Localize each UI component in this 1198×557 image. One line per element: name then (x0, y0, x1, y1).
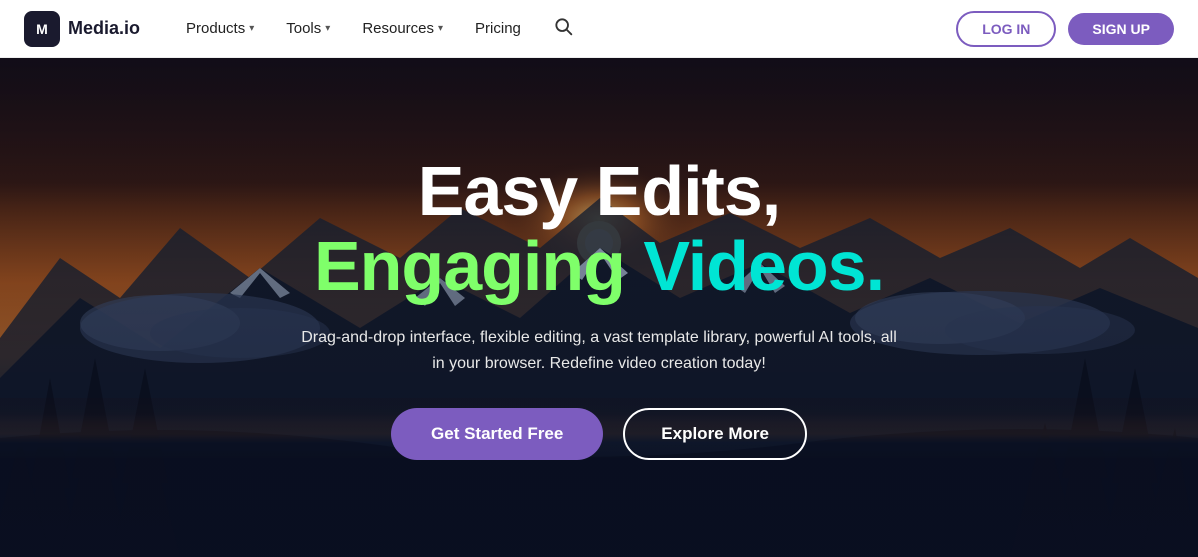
explore-more-button[interactable]: Explore More (623, 408, 807, 460)
logo-icon: M (24, 11, 60, 47)
logo-link[interactable]: M Media.io (24, 11, 140, 47)
nav-item-products[interactable]: Products ▾ (172, 12, 268, 45)
nav-item-resources[interactable]: Resources ▾ (348, 12, 457, 45)
nav-item-tools[interactable]: Tools ▾ (272, 12, 344, 45)
hero-subtitle: Drag-and-drop interface, flexible editin… (299, 325, 899, 376)
logo-text: Media.io (68, 18, 140, 39)
hero-content: Easy Edits, Engaging Videos. Drag-and-dr… (279, 155, 919, 461)
navbar-actions: LOG IN SIGN UP (956, 11, 1174, 47)
get-started-button[interactable]: Get Started Free (391, 408, 603, 460)
hero-title-line1: Easy Edits, (299, 155, 899, 229)
search-icon (553, 16, 573, 36)
login-button[interactable]: LOG IN (956, 11, 1056, 47)
signup-button[interactable]: SIGN UP (1068, 13, 1174, 45)
search-button[interactable] (539, 8, 587, 49)
hero-section: Easy Edits, Engaging Videos. Drag-and-dr… (0, 58, 1198, 557)
chevron-down-icon: ▾ (438, 23, 443, 34)
hero-title-line2: Engaging Videos. (299, 228, 899, 305)
chevron-down-icon: ▾ (249, 23, 254, 34)
hero-title-green: Engaging (314, 227, 625, 305)
nav-links: Products ▾ Tools ▾ Resources ▾ Pricing (172, 8, 956, 49)
hero-title-cyan: Videos. (643, 227, 884, 305)
nav-item-pricing[interactable]: Pricing (461, 12, 535, 45)
navbar: M Media.io Products ▾ Tools ▾ Resources … (0, 0, 1198, 58)
hero-buttons: Get Started Free Explore More (299, 408, 899, 460)
chevron-down-icon: ▾ (325, 23, 330, 34)
